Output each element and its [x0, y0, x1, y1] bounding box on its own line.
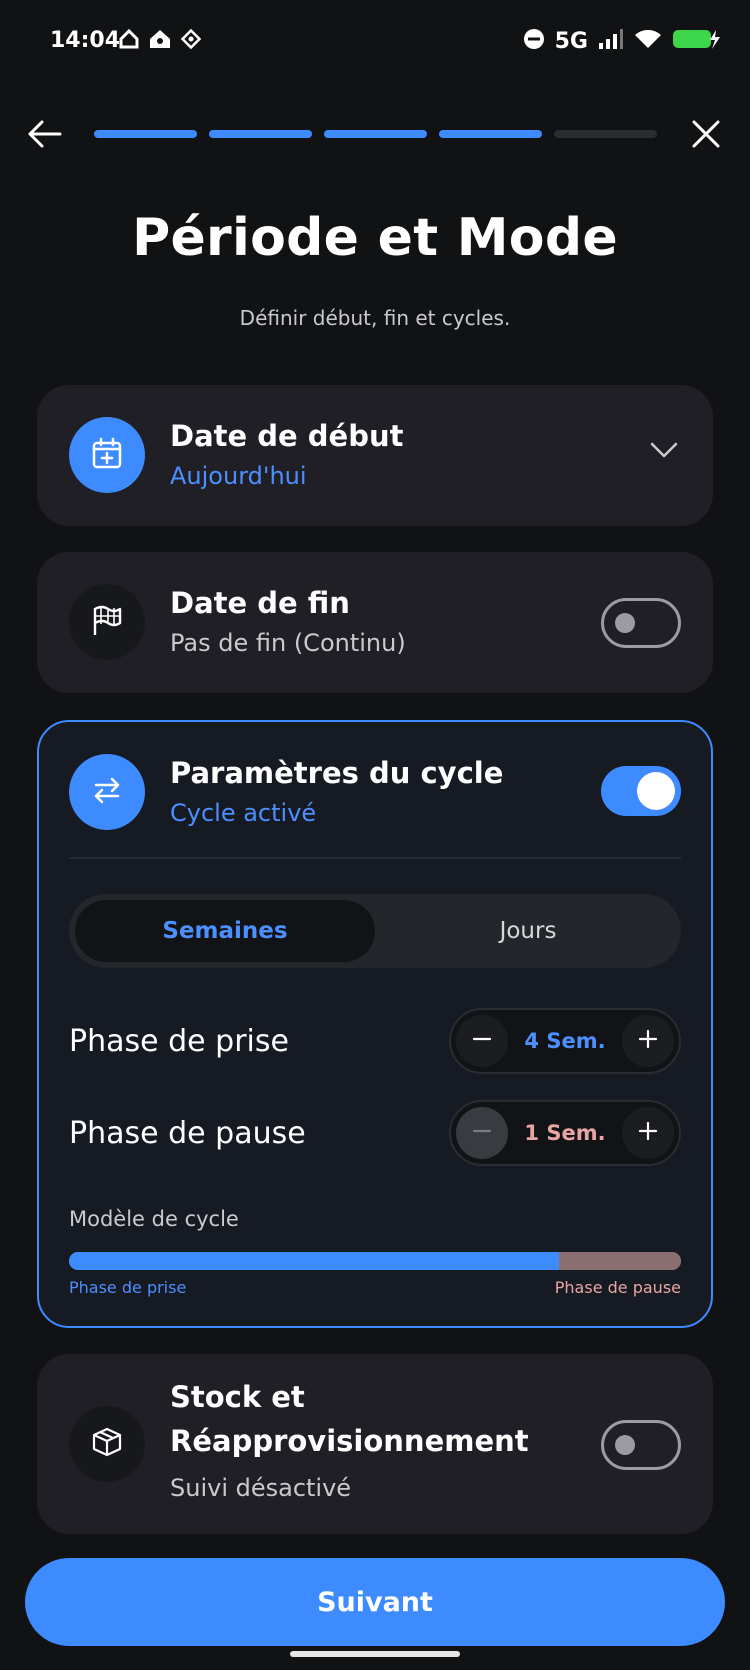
progress-segment — [554, 130, 657, 138]
progress-segment — [324, 130, 427, 138]
cycle-model-label: Modèle de cycle — [69, 1207, 239, 1231]
cycle-bar-intake-label: Phase de prise — [69, 1278, 187, 1297]
cycle-status: Cycle activé — [170, 799, 317, 827]
unit-segmented-control: Semaines Jours — [69, 894, 681, 968]
page-title: Période et Mode — [132, 208, 618, 268]
close-icon — [691, 119, 721, 153]
network-type: 5G — [554, 28, 588, 54]
cycle-settings-card: Paramètres du cycle Cycle activé Semaine… — [37, 720, 713, 1328]
home-indicator — [290, 1651, 460, 1657]
start-date-title: Date de début — [170, 419, 404, 453]
cycle-model-bar — [69, 1252, 681, 1270]
home-app-status-icon — [148, 28, 172, 54]
toggle-knob — [615, 1435, 635, 1455]
minus-icon — [472, 1029, 492, 1053]
battery-charging-icon — [672, 28, 720, 54]
progress-segment — [94, 130, 197, 138]
end-date-value: Pas de fin (Continu) — [170, 629, 406, 657]
stock-title-line1: Stock et — [170, 1380, 305, 1414]
page-subtitle: Définir début, fin et cycles. — [239, 306, 511, 330]
intake-decrement-button[interactable] — [456, 1015, 508, 1067]
flag-icon — [90, 603, 124, 641]
box-icon — [91, 1426, 123, 1462]
end-date-title: Date de fin — [170, 586, 350, 620]
divider — [69, 857, 681, 859]
minus-icon — [472, 1121, 492, 1145]
cycle-bar-pause-label: Phase de pause — [554, 1278, 681, 1297]
pause-phase-value: 1 Sem. — [524, 1121, 606, 1145]
toggle-knob — [615, 613, 635, 633]
status-right: 5G — [523, 28, 720, 54]
status-time: 14:04 — [50, 28, 121, 53]
end-date-toggle[interactable] — [601, 598, 681, 648]
close-button[interactable] — [686, 116, 726, 156]
chevron-down-icon — [649, 441, 679, 463]
signal-icon — [598, 28, 624, 54]
swap-arrows-icon — [90, 773, 124, 811]
calendar-icon-circle — [69, 417, 145, 493]
cycle-icon-circle — [69, 754, 145, 830]
progress-segment — [439, 130, 542, 138]
step-progress — [94, 130, 657, 138]
plus-icon — [638, 1029, 658, 1053]
intake-phase-value: 4 Sem. — [524, 1029, 606, 1053]
stock-card: Stock et Réapprovisionnement Suivi désac… — [37, 1354, 713, 1534]
start-date-card[interactable]: Date de début Aujourd'hui — [37, 385, 713, 526]
wifi-icon — [634, 28, 662, 54]
intake-phase-label: Phase de prise — [69, 1024, 289, 1059]
sync-status-icon — [180, 28, 202, 54]
calendar-add-icon — [90, 436, 124, 474]
home-status-icon — [118, 28, 140, 54]
progress-segment — [209, 130, 312, 138]
stock-toggle[interactable] — [601, 1420, 681, 1470]
cycle-toggle[interactable] — [601, 766, 681, 816]
unit-weeks-tab[interactable]: Semaines — [75, 900, 375, 962]
cycle-title: Paramètres du cycle — [170, 756, 504, 790]
arrow-left-icon — [26, 119, 62, 153]
pause-phase-label: Phase de pause — [69, 1116, 306, 1151]
cycle-bar-pause-segment — [558, 1252, 681, 1270]
back-button[interactable] — [24, 116, 64, 156]
next-button[interactable]: Suivant — [25, 1558, 725, 1646]
start-date-value: Aujourd'hui — [170, 462, 307, 490]
toggle-knob — [637, 772, 675, 810]
pause-increment-button[interactable] — [622, 1107, 674, 1159]
stock-title-line2: Réapprovisionnement — [170, 1424, 529, 1458]
unit-days-tab[interactable]: Jours — [375, 900, 681, 962]
cycle-bar-intake-segment — [69, 1252, 559, 1270]
dnd-icon — [523, 28, 545, 54]
pause-decrement-button[interactable] — [456, 1107, 508, 1159]
status-bar: 14:04 5G — [0, 0, 750, 86]
box-icon-circle — [69, 1406, 145, 1482]
pause-phase-stepper: 1 Sem. — [449, 1100, 681, 1166]
flag-icon-circle — [69, 584, 145, 660]
top-navigation — [0, 110, 750, 160]
stock-status: Suivi désactivé — [170, 1474, 352, 1502]
intake-phase-stepper: 4 Sem. — [449, 1008, 681, 1074]
end-date-card: Date de fin Pas de fin (Continu) — [37, 552, 713, 693]
intake-increment-button[interactable] — [622, 1015, 674, 1067]
plus-icon — [638, 1121, 658, 1145]
